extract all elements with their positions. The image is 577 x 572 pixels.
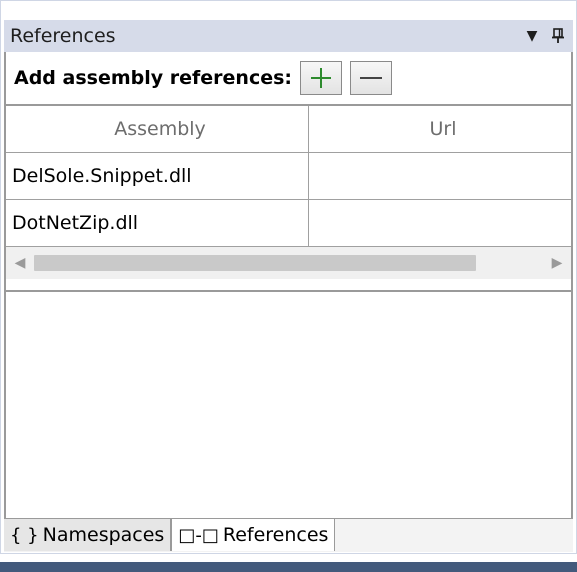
empty-panel-area <box>4 292 573 518</box>
braces-icon: { } <box>10 524 39 546</box>
scroll-right-icon[interactable]: ▶ <box>543 255 571 271</box>
panel-title: References <box>10 25 116 47</box>
column-header-url[interactable]: Url <box>309 106 571 152</box>
tab-label: Namespaces <box>42 524 165 546</box>
horizontal-scrollbar[interactable]: ◀ ▶ <box>6 247 571 279</box>
assembly-cell[interactable]: DotNetZip.dll <box>6 200 309 246</box>
column-header-assembly[interactable]: Assembly <box>6 106 309 152</box>
tab-namespaces[interactable]: { } Namespaces <box>4 519 172 551</box>
panel-tabs: { } Namespaces □-□ References <box>4 518 573 552</box>
add-references-toolbar: Add assembly references: <box>4 52 573 104</box>
dropdown-arrow-icon[interactable]: ▼ <box>521 25 543 47</box>
table-row[interactable]: DotNetZip.dll <box>6 200 571 247</box>
remove-reference-button[interactable] <box>350 61 393 95</box>
pin-icon[interactable] <box>547 25 569 47</box>
scrollbar-track[interactable] <box>34 247 543 279</box>
plus-icon <box>311 68 332 88</box>
assembly-cell[interactable]: DelSole.Snippet.dll <box>6 153 309 199</box>
tab-references[interactable]: □-□ References <box>171 519 336 551</box>
scroll-left-icon[interactable]: ◀ <box>6 255 34 271</box>
url-cell[interactable] <box>309 153 571 199</box>
table-row[interactable]: DelSole.Snippet.dll <box>6 153 571 200</box>
add-references-label: Add assembly references: <box>14 67 293 89</box>
scrollbar-thumb[interactable] <box>34 255 476 271</box>
references-icon: □-□ <box>178 524 219 546</box>
minus-icon <box>360 77 383 79</box>
references-grid: Assembly Url DelSole.Snippet.dll DotNetZ… <box>4 104 573 292</box>
grid-header: Assembly Url <box>6 106 571 153</box>
url-cell[interactable] <box>309 200 571 246</box>
bottom-border <box>0 562 577 572</box>
tab-label: References <box>222 524 329 546</box>
add-reference-button[interactable] <box>300 61 343 95</box>
panel-titlebar: References ▼ <box>4 20 573 52</box>
